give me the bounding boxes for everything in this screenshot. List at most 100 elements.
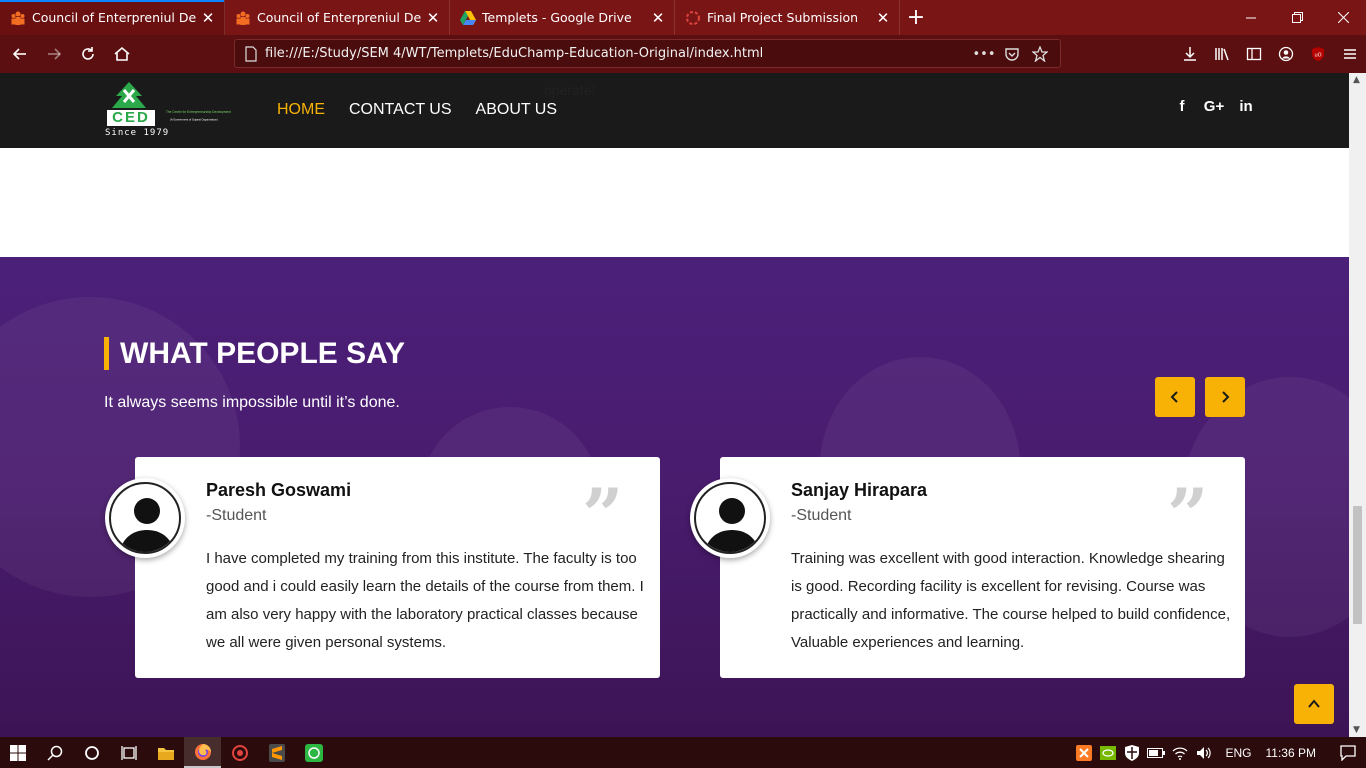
quote-icon: ” [1167, 472, 1209, 557]
forward-arrow-icon [48, 48, 62, 60]
new-tab-button[interactable]: + [900, 0, 932, 35]
testimonial-text: I have completed my training from this i… [206, 550, 644, 651]
cortana-button[interactable] [73, 737, 110, 768]
close-icon[interactable]: ✕ [875, 10, 891, 26]
windows-logo-icon [10, 744, 26, 761]
close-window-button[interactable] [1320, 0, 1366, 35]
section-title: WHAT PEOPLE SAY [104, 337, 405, 370]
close-icon[interactable]: ✕ [650, 10, 666, 26]
menu-icon[interactable] [1334, 38, 1366, 70]
pocket-icon[interactable] [998, 43, 1026, 65]
site-logo[interactable]: CED The Center for Entrepreneurship Deve… [104, 80, 249, 140]
browser-tab-1[interactable]: Council of Enterpreniul Devlopme ✕ [0, 0, 225, 35]
page-viewport: operate! CED The Center for Entrepreneur… [0, 73, 1349, 737]
browser-tab-3[interactable]: Templets - Google Drive ✕ [450, 0, 675, 35]
language-indicator[interactable]: ENG [1226, 746, 1252, 760]
firefox-button[interactable] [184, 737, 221, 768]
library-icon[interactable] [1206, 38, 1238, 70]
taskbar-clock[interactable]: 11:36 PM [1266, 746, 1316, 760]
nav-about[interactable]: ABOUT US [476, 101, 558, 119]
battery-icon[interactable] [1144, 747, 1168, 759]
system-tray: ENG 11:36 PM [1072, 737, 1366, 768]
search-icon [46, 745, 62, 761]
ublock-icon[interactable]: uO [1302, 38, 1334, 70]
scroll-to-top-button[interactable] [1294, 684, 1334, 724]
address-bar[interactable]: file:///E:/Study/SEM 4/WT/Templets/EduCh… [234, 39, 1061, 68]
file-explorer-button[interactable] [147, 737, 184, 768]
section-title-bold: WHAT PEOPLE [120, 337, 338, 370]
app-button[interactable] [221, 737, 258, 768]
testimonial-text: Training was excellent with good interac… [791, 550, 1231, 651]
scrollbar-thumb[interactable] [1353, 506, 1362, 624]
tab-title: Council of Enterpreniul Devlopme [257, 10, 421, 25]
person-silhouette-icon [704, 498, 760, 552]
site-nav: HOME CONTACT US ABOUT US [277, 101, 557, 119]
home-button[interactable] [106, 38, 138, 70]
browser-tab-bar: Council of Enterpreniul Devlopme ✕ Counc… [0, 0, 1366, 35]
page-actions-icon[interactable]: ••• [970, 43, 998, 65]
gear-app-icon [231, 744, 248, 761]
avatar [690, 478, 770, 558]
scroll-down-icon[interactable]: ▼ [1353, 725, 1360, 735]
home-icon [114, 46, 130, 61]
wifi-icon[interactable] [1168, 746, 1192, 760]
nav-contact[interactable]: CONTACT US [349, 101, 452, 119]
file-icon [245, 46, 257, 62]
url-text[interactable]: file:///E:/Study/SEM 4/WT/Templets/EduCh… [265, 46, 763, 61]
testimonials-section: WHAT PEOPLE SAY It always seems impossib… [0, 257, 1349, 737]
chevron-left-icon [1170, 391, 1178, 403]
account-icon[interactable] [1270, 38, 1302, 70]
carousel-next-button[interactable] [1205, 377, 1245, 417]
google-plus-icon[interactable]: G+ [1202, 98, 1226, 115]
volume-icon[interactable] [1192, 746, 1216, 760]
testimonial-name: Paresh Goswami [206, 480, 352, 500]
logo-since: Since 1979 [105, 128, 170, 138]
reload-button[interactable] [72, 38, 104, 70]
logo-text: CED [112, 109, 150, 126]
downloads-icon[interactable] [1174, 38, 1206, 70]
scroll-up-icon[interactable]: ▲ [1353, 75, 1360, 85]
behind-header-text: operate! [544, 82, 596, 98]
task-view-button[interactable] [110, 737, 147, 768]
whatsapp-button[interactable] [295, 737, 332, 768]
back-button[interactable] [4, 38, 36, 70]
tab-title: Final Project Submission [707, 10, 859, 25]
chevron-right-icon [1222, 391, 1230, 403]
carousel-prev-button[interactable] [1155, 377, 1195, 417]
restore-button[interactable] [1274, 0, 1320, 35]
browser-tab-2[interactable]: Council of Enterpreniul Devlopme ✕ [225, 0, 450, 35]
forward-button[interactable] [38, 38, 70, 70]
xampp-icon[interactable] [1072, 744, 1096, 761]
facebook-icon[interactable]: f [1172, 98, 1192, 115]
sublime-text-icon [268, 743, 285, 762]
svg-text:uO: uO [1314, 53, 1321, 59]
linkedin-icon[interactable]: in [1236, 98, 1256, 115]
tab-title: Council of Enterpreniul Devlopme [32, 10, 196, 25]
section-subtitle: It always seems impossible until it’s do… [104, 394, 400, 411]
tab-title: Templets - Google Drive [482, 10, 632, 25]
people-favicon-icon [10, 10, 26, 26]
quote-icon: ” [582, 472, 624, 557]
nvidia-icon[interactable] [1096, 745, 1120, 760]
close-icon[interactable]: ✕ [200, 10, 216, 26]
page-scrollbar[interactable]: ▲ ▼ [1349, 73, 1366, 737]
sidebar-icon[interactable] [1238, 38, 1270, 70]
search-button[interactable] [36, 737, 73, 768]
notification-icon[interactable] [1330, 744, 1366, 761]
section-title-light: SAY [346, 337, 406, 370]
testimonial-card: Sanjay Hirapara -Student ” Training was … [720, 457, 1245, 678]
security-shield-icon[interactable] [1120, 744, 1144, 761]
logo-subtagline: (A Government of Gujarat Organization) [170, 118, 218, 121]
windows-taskbar: ENG 11:36 PM [0, 737, 1366, 768]
people-favicon-icon [235, 10, 251, 26]
testimonial-card: Paresh Goswami -Student ” I have complet… [135, 457, 660, 678]
minimize-button[interactable] [1228, 0, 1274, 35]
nav-home[interactable]: HOME [277, 101, 325, 119]
start-button[interactable] [0, 737, 36, 768]
close-icon[interactable]: ✕ [425, 10, 441, 26]
bookmark-star-icon[interactable] [1026, 43, 1054, 65]
site-header: operate! CED The Center for Entrepreneur… [0, 73, 1349, 148]
sublime-text-button[interactable] [258, 737, 295, 768]
browser-tab-4[interactable]: Final Project Submission ✕ [675, 0, 900, 35]
chevron-up-icon [1308, 699, 1320, 708]
